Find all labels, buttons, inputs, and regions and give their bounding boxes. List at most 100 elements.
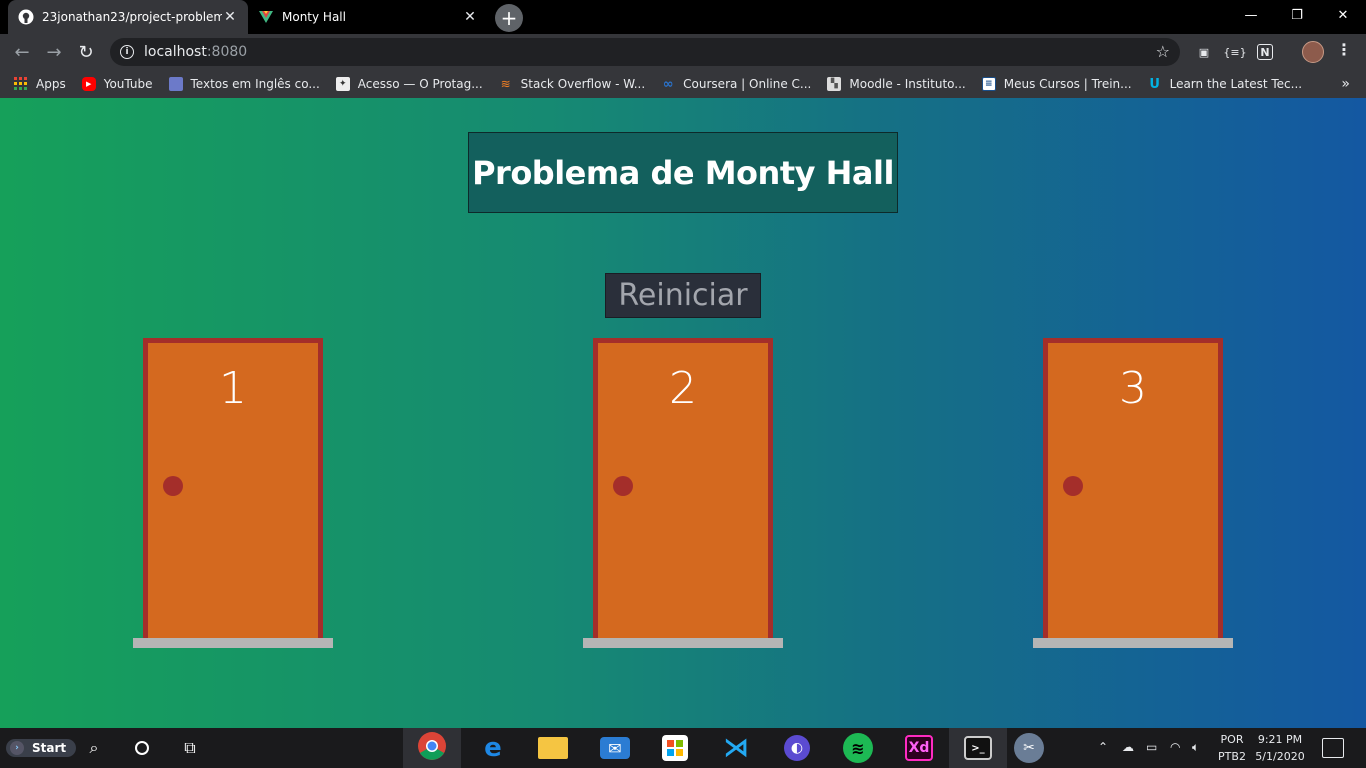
- vscode-icon: ⋊: [723, 733, 749, 763]
- stackoverflow-icon: ≋: [500, 77, 511, 91]
- mail-icon: ✉: [600, 737, 630, 759]
- close-tab-icon[interactable]: ✕: [222, 9, 238, 25]
- door-panel[interactable]: 3: [1043, 338, 1223, 638]
- door-number: 1: [219, 363, 247, 414]
- task-view-icon[interactable]: ⧉: [176, 734, 204, 762]
- adobe-xd-icon: Xd: [905, 735, 933, 761]
- back-icon[interactable]: ←: [10, 40, 34, 64]
- taskbar-adobe-xd[interactable]: Xd: [890, 728, 948, 768]
- door-panel[interactable]: 1: [143, 338, 323, 638]
- address-bar[interactable]: i localhost:8080 ☆: [110, 38, 1180, 66]
- door-floor: [133, 638, 333, 648]
- minimize-icon[interactable]: —: [1228, 0, 1274, 30]
- bookmarks-bar: Apps ▶ YouTube Textos em Inglês co... ✦ …: [0, 70, 1366, 98]
- file-explorer-icon: [538, 737, 568, 759]
- chevron-up-icon[interactable]: ⌃: [1098, 740, 1108, 754]
- tab-title: Monty Hall: [282, 10, 346, 24]
- moodle-icon: ▚: [827, 77, 842, 91]
- search-icon[interactable]: ⌕: [80, 734, 108, 762]
- book-icon: [168, 77, 183, 91]
- tab-monty-hall[interactable]: Monty Hall ✕: [248, 0, 488, 34]
- edge-icon: e: [484, 733, 502, 763]
- chrome-icon: [417, 731, 447, 765]
- udacity-icon: U: [1149, 76, 1160, 92]
- youtube-icon: ▶: [81, 77, 96, 91]
- taskbar-spotify[interactable]: ≋: [829, 728, 887, 768]
- bookmark-moodle[interactable]: ▚ Moodle - Instituto...: [827, 77, 966, 91]
- door-number: 2: [669, 363, 697, 414]
- browser-toolbar: ← → ↻ i localhost:8080 ☆ ▣ {≡} N ⋮: [0, 34, 1366, 70]
- bookmark-coursera[interactable]: ∞ Coursera | Online C...: [661, 76, 812, 92]
- snipping-tool-icon: ✂: [1014, 733, 1044, 763]
- notifications-icon[interactable]: [1322, 738, 1344, 758]
- store-icon: [662, 735, 688, 761]
- wifi-icon[interactable]: ◠: [1170, 740, 1180, 754]
- screen-recorder-icon: ◐: [784, 735, 810, 761]
- door-1: 1: [133, 338, 333, 648]
- apps-grid-icon: [14, 77, 28, 91]
- bookmark-youtube[interactable]: ▶ YouTube: [81, 77, 153, 91]
- tab-github[interactable]: 23jonathan23/project-problem-m ✕: [8, 0, 248, 34]
- bookmark-meus-cursos[interactable]: ≡ Meus Cursos | Trein...: [981, 77, 1132, 91]
- vue-icon: [258, 9, 274, 25]
- bookmark-textos[interactable]: Textos em Inglês co...: [168, 77, 320, 91]
- door-2: 2: [583, 338, 783, 648]
- taskbar-recorder[interactable]: ◐: [768, 728, 826, 768]
- volume-icon[interactable]: 🔈︎: [1192, 740, 1199, 755]
- close-window-icon[interactable]: ✕: [1320, 0, 1366, 30]
- clock[interactable]: 9:21 PM 5/1/2020: [1250, 731, 1310, 765]
- taskbar-store[interactable]: [646, 728, 704, 768]
- start-button[interactable]: › Start: [6, 739, 77, 757]
- site-info-icon[interactable]: i: [120, 45, 134, 59]
- taskbar-snipping[interactable]: ✂: [1000, 728, 1058, 768]
- restart-button[interactable]: Reiniciar: [605, 273, 761, 318]
- course-icon: ≡: [981, 77, 996, 91]
- close-tab-icon[interactable]: ✕: [462, 9, 478, 25]
- cortana-icon[interactable]: [128, 734, 156, 762]
- reload-icon[interactable]: ↻: [74, 40, 98, 64]
- bookmark-apps[interactable]: Apps: [14, 77, 66, 91]
- door-number: 3: [1119, 363, 1147, 414]
- forward-icon[interactable]: →: [42, 40, 66, 64]
- bookmark-star-icon[interactable]: ☆: [1156, 42, 1170, 61]
- terminal-icon: >_: [964, 736, 992, 760]
- language-indicator[interactable]: POR PTB2: [1212, 731, 1252, 765]
- address-port: :8080: [206, 44, 248, 60]
- extension-puzzle-icon[interactable]: ▣: [1194, 42, 1214, 62]
- avatar[interactable]: [1302, 41, 1324, 63]
- coursera-icon: ∞: [662, 76, 674, 92]
- bookmark-udacity[interactable]: U Learn the Latest Tec...: [1148, 76, 1302, 92]
- taskbar-mail[interactable]: ✉: [586, 728, 644, 768]
- spotify-icon: ≋: [843, 733, 873, 763]
- taskbar-edge[interactable]: e: [464, 728, 522, 768]
- browser-tab-strip: 23jonathan23/project-problem-m ✕ Monty H…: [0, 0, 1366, 34]
- taskbar-chrome[interactable]: [403, 728, 461, 768]
- menu-icon[interactable]: ⋮: [1336, 40, 1352, 59]
- page-content: Problema de Monty Hall Reiniciar 1 2 3: [0, 98, 1366, 728]
- github-icon: [18, 9, 34, 25]
- new-tab-button[interactable]: +: [495, 4, 523, 32]
- bookmarks-overflow-icon[interactable]: »: [1341, 76, 1350, 92]
- taskbar-vscode[interactable]: ⋊: [707, 728, 765, 768]
- door-knob: [613, 476, 633, 496]
- door-3: 3: [1033, 338, 1233, 648]
- taskbar: › Start ⌕ ⧉ e ✉ ⋊ ◐ ≋ Xd >_ ✂ ⌃ ☁ ▭ ◠ 🔈︎…: [0, 728, 1366, 768]
- notion-icon[interactable]: N: [1257, 44, 1273, 60]
- bookmark-stackoverflow[interactable]: ≋ Stack Overflow - W...: [499, 77, 646, 91]
- address-host: localhost: [144, 44, 207, 60]
- protag-icon: ✦: [335, 77, 350, 91]
- extension-json-icon[interactable]: {≡}: [1223, 42, 1246, 62]
- onedrive-icon[interactable]: ☁: [1122, 740, 1134, 754]
- taskbar-file-explorer[interactable]: [524, 728, 582, 768]
- door-floor: [1033, 638, 1233, 648]
- taskbar-terminal[interactable]: >_: [949, 728, 1007, 768]
- bookmark-acesso[interactable]: ✦ Acesso — O Protag...: [335, 77, 483, 91]
- restore-icon[interactable]: ❐: [1274, 0, 1320, 30]
- door-floor: [583, 638, 783, 648]
- start-icon: ›: [10, 741, 24, 755]
- tab-title: 23jonathan23/project-problem-m: [42, 10, 222, 24]
- battery-icon[interactable]: ▭: [1146, 740, 1157, 754]
- door-knob: [163, 476, 183, 496]
- door-panel[interactable]: 2: [593, 338, 773, 638]
- door-knob: [1063, 476, 1083, 496]
